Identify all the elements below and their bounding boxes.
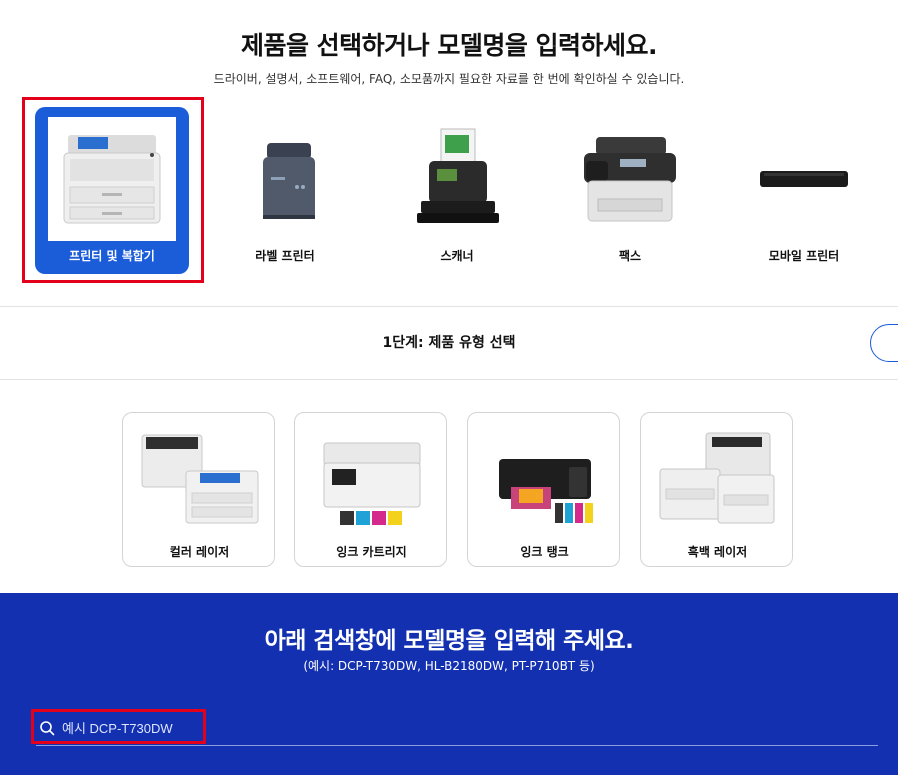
search-section: 아래 검색창에 모델명을 입력해 주세요. (예시: DCP-T730DW, H…	[0, 593, 898, 775]
type-label: 컬러 레이저	[169, 545, 230, 559]
label-printer-image	[221, 117, 349, 241]
type-label: 잉크 탱크	[520, 545, 569, 559]
laser-printer-image	[48, 117, 176, 241]
category-label-printers[interactable]: 라벨 프린터	[208, 107, 362, 274]
category-label: 프린터 및 복합기	[69, 249, 155, 263]
mobile-printer-image	[740, 117, 868, 241]
page-subtitle: 드라이버, 설명서, 소프트웨어, FAQ, 소모품까지 필요한 자료를 한 번…	[213, 72, 685, 86]
category-label: 라벨 프린터	[255, 249, 315, 263]
page-title: 제품을 선택하거나 모델명을 입력하세요.	[240, 31, 658, 60]
section-divider-bottom	[0, 379, 898, 380]
category-label: 팩스	[618, 249, 642, 263]
category-fax[interactable]: 팩스	[553, 107, 707, 274]
section-divider-top	[0, 306, 898, 307]
category-label: 스캐너	[440, 249, 474, 263]
search-icon	[39, 720, 55, 736]
search-title: 아래 검색창에 모델명을 입력해 주세요.	[264, 628, 634, 654]
type-color-laser[interactable]: 컬러 레이저	[122, 412, 275, 567]
fax-image	[566, 117, 694, 241]
mono-laser-image	[655, 429, 780, 529]
category-mobile-printers[interactable]: 모바일 프린터	[727, 107, 881, 274]
category-printers[interactable]: 프린터 및 복합기	[35, 107, 189, 274]
search-example: (예시: DCP-T730DW, HL-B2180DW, PT-P710BT 등…	[303, 659, 595, 673]
color-laser-image	[137, 429, 262, 529]
type-label: 흑백 레이저	[687, 545, 748, 559]
ink-cartridge-printer-image	[309, 429, 434, 529]
next-step-tab[interactable]	[870, 324, 898, 362]
ink-tank-printer-image	[482, 429, 607, 529]
type-ink-tank[interactable]: 잉크 탱크	[467, 412, 620, 567]
model-search-input[interactable]	[62, 717, 862, 739]
type-mono-laser[interactable]: 흑백 레이저	[640, 412, 793, 567]
scanner-image	[393, 117, 521, 241]
type-ink-cartridge[interactable]: 잉크 카트리지	[294, 412, 447, 567]
step-title: 1단계: 제품 유형 선택	[382, 335, 516, 351]
search-underline	[36, 745, 878, 746]
category-scanners[interactable]: 스캐너	[380, 107, 534, 274]
category-label: 모바일 프린터	[768, 249, 840, 263]
type-label: 잉크 카트리지	[336, 545, 407, 559]
